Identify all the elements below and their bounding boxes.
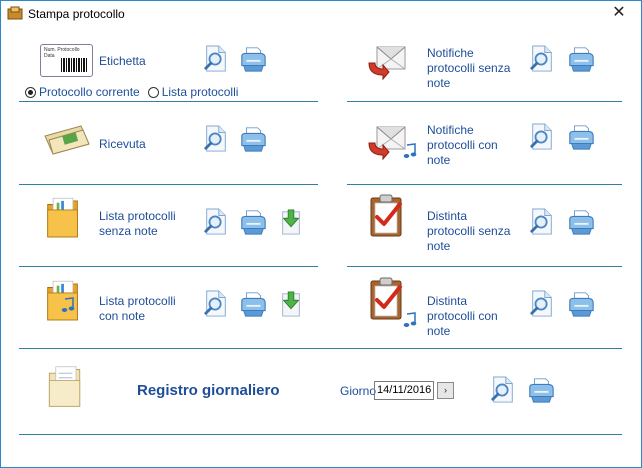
radio-dot-selected <box>25 86 36 98</box>
distinta-senza-note-preview-icon[interactable] <box>529 208 555 236</box>
divider <box>347 101 622 102</box>
etichetta-scope-radio-group: Protocollo corrente Lista protocolli <box>25 85 246 99</box>
divider <box>19 348 622 349</box>
distinta-con-note-line2: protocolli con <box>427 309 498 323</box>
notifiche-con-note-line2: protocolli con <box>427 138 498 152</box>
clipboard-check-icon <box>367 276 407 322</box>
notifiche-senza-note-line2: protocolli senza <box>427 61 511 75</box>
stampa-protocollo-window: Stampa protocollo ✕ Num. Protocollo Data… <box>0 0 642 468</box>
lista-senza-note-export-icon[interactable] <box>278 208 304 236</box>
giorno-date-field[interactable]: 14/11/2016 <box>374 381 434 400</box>
distinta-senza-note-line1: Distinta <box>427 209 468 223</box>
lista-con-note-export-icon[interactable] <box>278 290 304 318</box>
ricevuta-print-icon[interactable] <box>239 125 267 153</box>
notifiche-con-note-line3: note <box>427 153 451 167</box>
radio-lista-protocolli[interactable]: Lista protocolli <box>147 85 239 99</box>
distinta-con-note-print-icon[interactable] <box>567 290 595 318</box>
lista-senza-note-print-icon[interactable] <box>239 208 267 236</box>
music-note-icon <box>403 143 417 159</box>
distinta-con-note-line3: note <box>427 324 451 338</box>
notifiche-con-note-print-icon[interactable] <box>567 123 595 151</box>
distinta-senza-note-line3: note <box>427 239 451 253</box>
divider <box>19 266 318 267</box>
clipboard-check-icon <box>367 193 407 239</box>
notifiche-senza-note-print-icon[interactable] <box>567 45 595 73</box>
etichetta-preview-icon[interactable] <box>203 45 229 73</box>
radio-protocollo-corrente[interactable]: Protocollo corrente <box>25 85 140 99</box>
notifiche-con-note-preview-icon[interactable] <box>529 123 555 151</box>
notifiche-senza-note-preview-icon[interactable] <box>529 45 555 73</box>
divider <box>347 184 622 185</box>
divider <box>19 434 622 435</box>
music-note-icon <box>61 297 75 313</box>
radio-label-protocollo-corrente: Protocollo corrente <box>39 85 140 99</box>
close-button[interactable]: ✕ <box>601 1 637 27</box>
notifiche-senza-note-line1: Notifiche <box>427 46 474 60</box>
distinta-con-note-line1: Distinta <box>427 294 468 308</box>
lista-con-note-print-icon[interactable] <box>239 290 267 318</box>
lista-con-note-preview-icon[interactable] <box>203 290 229 318</box>
registro-giornaliero-label: Registro giornaliero <box>137 382 280 399</box>
distinta-senza-note-line2: protocolli senza <box>427 224 511 238</box>
lista-senza-note-preview-icon[interactable] <box>203 208 229 236</box>
lista-senza-note-label-line2: senza note <box>99 224 158 238</box>
divider <box>347 266 622 267</box>
app-icon <box>7 6 23 20</box>
etichetta-label: Etichetta <box>99 54 146 68</box>
etichetta-print-icon[interactable] <box>239 45 267 73</box>
notifiche-senza-note-line3: note <box>427 76 451 90</box>
divider <box>19 101 318 102</box>
lista-con-note-label-line1: Lista protocolli <box>99 294 176 308</box>
barcode-icon <box>61 58 87 72</box>
notifiche-con-note-line1: Notifiche <box>427 123 474 137</box>
title-bar: Stampa protocollo ✕ <box>1 1 641 27</box>
registro-preview-icon[interactable] <box>490 376 516 404</box>
distinta-con-note-preview-icon[interactable] <box>529 290 555 318</box>
window-title: Stampa protocollo <box>28 7 125 21</box>
date-next-button[interactable]: › <box>437 382 454 399</box>
lista-senza-note-label-line1: Lista protocolli <box>99 209 176 223</box>
music-note-icon <box>403 312 417 328</box>
receipt-icon <box>44 125 90 155</box>
card-text-date: Data <box>44 53 55 59</box>
ricevuta-preview-icon[interactable] <box>203 125 229 153</box>
lista-con-note-label-line2: con note <box>99 309 146 323</box>
folder-documents-icon <box>45 194 81 242</box>
ricevuta-label: Ricevuta <box>99 137 146 151</box>
giorno-label: Giorno <box>340 384 377 398</box>
divider <box>19 184 318 185</box>
distinta-senza-note-print-icon[interactable] <box>567 208 595 236</box>
registro-print-icon[interactable] <box>527 376 555 404</box>
envelope-reply-icon <box>365 41 409 81</box>
label-card-icon: Num. Protocollo Data <box>40 44 93 77</box>
folder-register-icon <box>48 366 81 407</box>
radio-dot <box>147 86 159 98</box>
radio-label-lista-protocolli: Lista protocolli <box>161 85 239 99</box>
